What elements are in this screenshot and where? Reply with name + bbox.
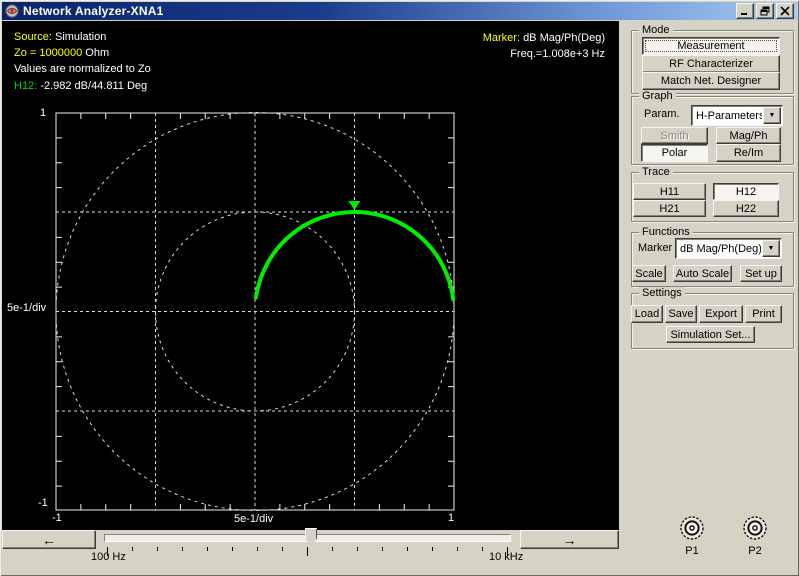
mode-measurement-button[interactable]: Measurement — [642, 37, 780, 55]
set-up-button[interactable]: Set up — [740, 265, 782, 282]
polar-plot[interactable] — [2, 21, 619, 530]
port-p1[interactable]: P1 — [679, 515, 705, 557]
slider-tick — [282, 547, 283, 551]
minimize-button[interactable] — [736, 3, 754, 19]
slider-tick — [357, 547, 358, 551]
param-dropdown[interactable]: H-Parameters ▼ — [691, 105, 783, 126]
slider-tick — [332, 547, 333, 551]
mode-rf-characterizer-button[interactable]: RF Characterizer — [642, 55, 780, 73]
slider-tick — [307, 547, 308, 556]
slider-tick — [207, 547, 208, 551]
freq-max-label: 10 kHz — [489, 551, 524, 563]
slider-tick — [457, 547, 458, 551]
right-arrow-icon: → — [562, 531, 577, 548]
freq-step-left-button[interactable]: ← — [2, 530, 96, 549]
auto-scale-button[interactable]: Auto Scale — [673, 265, 732, 282]
load-button[interactable]: Load — [631, 305, 663, 323]
axis-label-top: 1 — [40, 107, 47, 119]
param-label: Param. — [644, 108, 680, 120]
slider-tick — [132, 547, 133, 551]
chevron-down-icon[interactable]: ▼ — [763, 107, 781, 124]
bnc-connector-icon — [743, 516, 767, 540]
freq-min-label: 100 Hz — [91, 551, 126, 563]
graph-smith-button: Smith — [641, 127, 708, 144]
graph-polar-button[interactable]: Polar — [641, 144, 708, 162]
scale-button[interactable]: Scale — [632, 265, 666, 282]
slider-tick — [182, 547, 183, 551]
trace-h21-button[interactable]: H21 — [633, 200, 706, 217]
plot-region: Source: Simulation Zo = 1000000 Ohm Valu… — [2, 21, 619, 530]
trace-value-readout: H12: -2.982 dB/44.811 Deg — [14, 80, 148, 92]
bnc-connector-icon — [680, 516, 704, 540]
marker-format-dropdown[interactable]: dB Mag/Ph(Deg) ▼ — [675, 238, 782, 259]
marker-format-readout: Marker: dB Mag/Ph(Deg) — [482, 32, 605, 44]
port-p2[interactable]: P2 — [742, 515, 768, 557]
axis-label-left-div: 5e-1/div — [7, 302, 47, 314]
axis-label-bottom-div: 5e-1/div — [234, 513, 274, 525]
restore-button[interactable] — [756, 3, 774, 19]
graph-reim-button[interactable]: Re/Im — [716, 144, 781, 162]
slider-tick — [407, 547, 408, 551]
marker-label: Marker — [638, 242, 673, 254]
trace-h22-button[interactable]: H22 — [713, 200, 779, 217]
trace-group-label: Trace — [639, 166, 673, 179]
port-p1-label: P1 — [685, 545, 699, 557]
close-button[interactable] — [776, 3, 794, 19]
window-title: Network Analyzer-XNA1 — [23, 4, 164, 18]
graph-group-label: Graph — [639, 90, 676, 103]
axis-label-bottom-left: -1 — [52, 512, 62, 524]
source-readout: Source: Simulation — [14, 31, 107, 43]
normalized-note: Values are normalized to Zo — [14, 63, 151, 75]
control-panel: Mode Measurement RF Characterizer Match … — [619, 21, 797, 574]
settings-group-label: Settings — [639, 287, 685, 300]
port-p2-label: P2 — [748, 545, 762, 557]
trace-h12-button[interactable]: H12 — [713, 183, 779, 200]
axis-label-bottom-right: 1 — [448, 512, 455, 524]
export-button[interactable]: Export — [699, 305, 743, 323]
slider-tick — [482, 547, 483, 551]
save-button[interactable]: Save — [665, 305, 697, 323]
slider-tick — [257, 547, 258, 551]
print-button[interactable]: Print — [745, 305, 782, 323]
mode-match-net-designer-button[interactable]: Match Net. Designer — [642, 72, 780, 90]
mode-group-label: Mode — [639, 24, 673, 37]
marker-freq-readout: Freq.=1.008e+3 Hz — [510, 48, 605, 60]
left-arrow-icon: ← — [42, 531, 56, 548]
trace-h11-button[interactable]: H11 — [633, 183, 706, 200]
zo-readout: Zo = 1000000 Ohm — [14, 47, 110, 59]
slider-tick — [432, 547, 433, 551]
chevron-down-icon[interactable]: ▼ — [762, 240, 780, 257]
app-window: Network Analyzer-XNA1 Source: Simulation… — [0, 0, 799, 576]
slider-tick — [382, 547, 383, 551]
slider-tick — [232, 547, 233, 551]
graph-magph-button[interactable]: Mag/Ph — [716, 127, 781, 144]
freq-slider-thumb[interactable] — [305, 528, 317, 546]
freq-step-right-button[interactable]: → — [520, 530, 619, 549]
app-icon — [5, 4, 19, 18]
axis-label-left-bottom: -1 — [38, 497, 48, 509]
title-bar[interactable]: Network Analyzer-XNA1 — [2, 2, 797, 20]
simulation-set-button[interactable]: Simulation Set... — [666, 326, 755, 343]
slider-tick — [157, 547, 158, 551]
